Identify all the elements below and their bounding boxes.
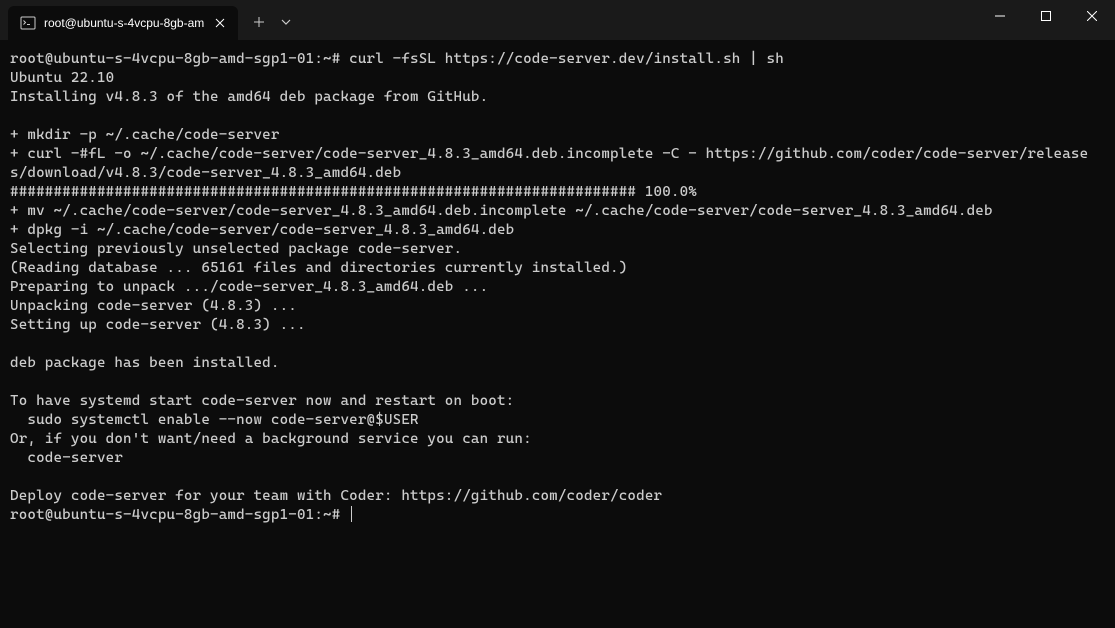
maximize-button[interactable]: [1023, 0, 1069, 32]
titlebar: root@ubuntu-s-4vcpu-8gb-am: [0, 0, 1115, 40]
terminal-prompt: root@ubuntu-s-4vcpu-8gb-amd-sgp1-01:~#: [10, 507, 349, 523]
tab-dropdown-button[interactable]: [274, 7, 298, 37]
window-controls: [977, 0, 1115, 40]
tab-title: root@ubuntu-s-4vcpu-8gb-am: [44, 16, 204, 30]
tab-active[interactable]: root@ubuntu-s-4vcpu-8gb-am: [8, 6, 238, 40]
minimize-button[interactable]: [977, 0, 1023, 32]
tab-close-button[interactable]: [212, 15, 228, 31]
terminal-content[interactable]: root@ubuntu-s-4vcpu-8gb-amd-sgp1-01:~# c…: [0, 40, 1115, 535]
cursor: [351, 506, 352, 522]
terminal-icon: [20, 15, 36, 31]
new-tab-button[interactable]: [244, 7, 274, 37]
terminal-output: root@ubuntu-s-4vcpu-8gb-amd-sgp1-01:~# c…: [10, 51, 1088, 504]
close-button[interactable]: [1069, 0, 1115, 32]
